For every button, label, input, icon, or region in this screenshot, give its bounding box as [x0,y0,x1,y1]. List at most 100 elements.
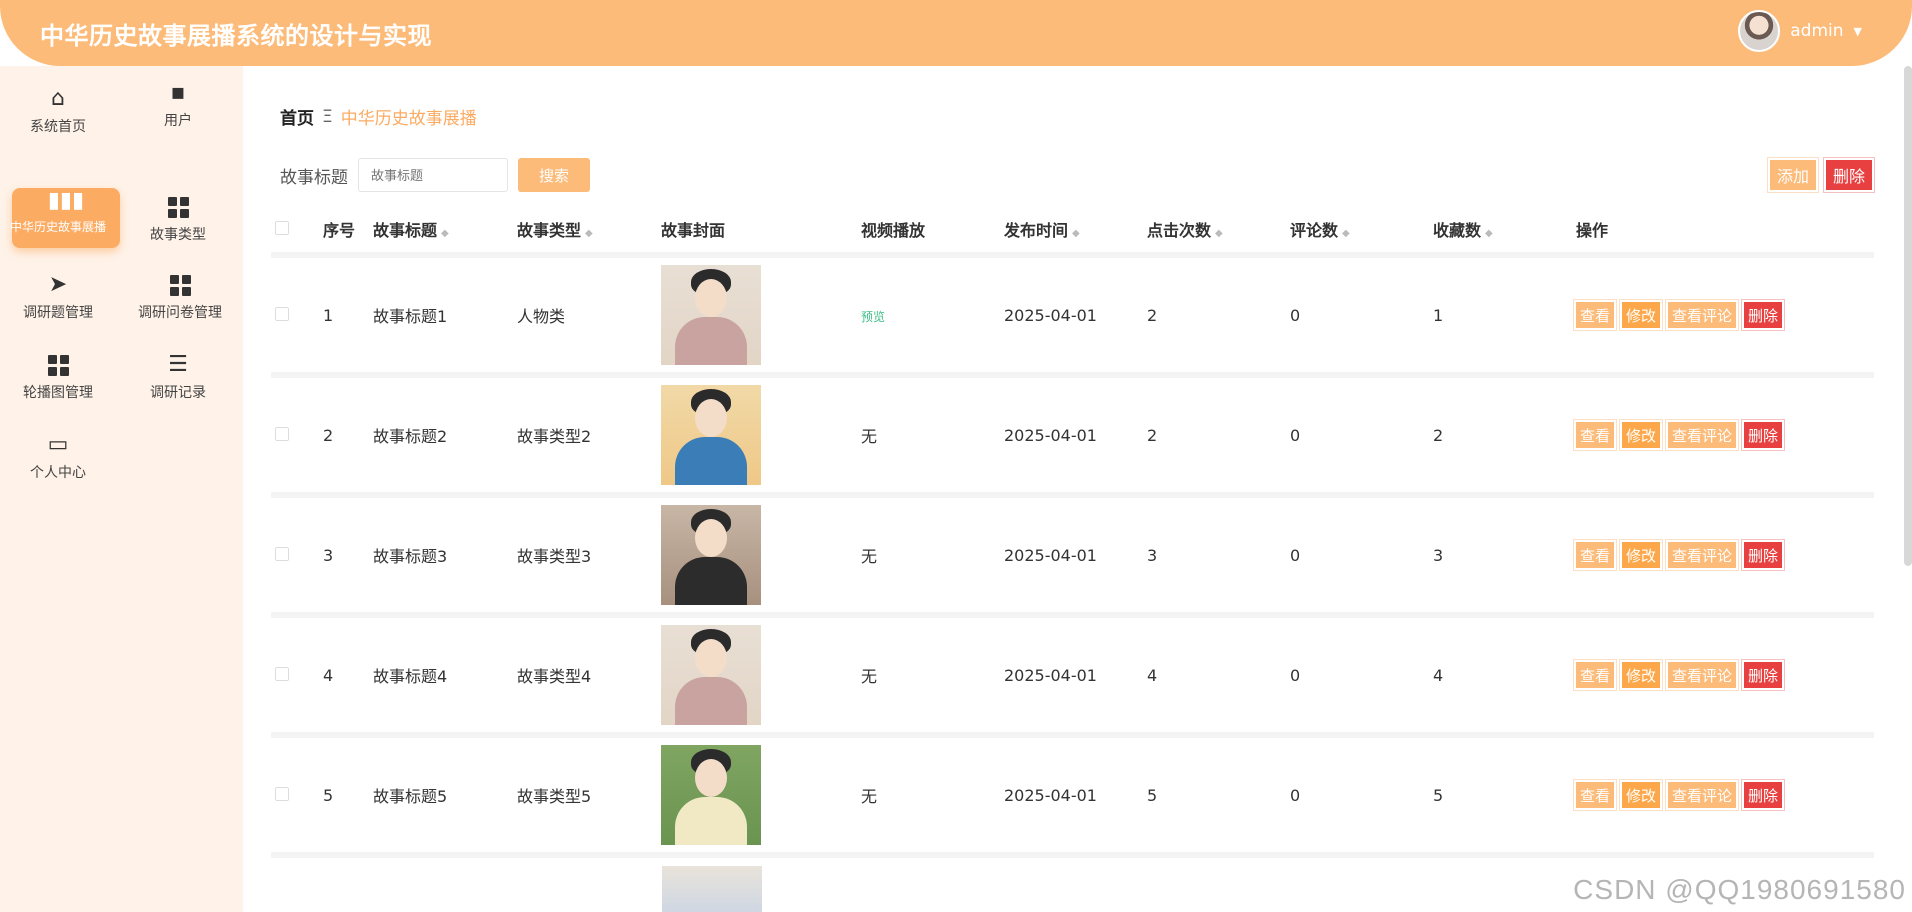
toolbar: 添加 删除 [1769,160,1872,190]
sort-icon[interactable]: ◆ [1072,228,1080,239]
breadcrumb-separator-icon: Ξ [322,106,333,127]
caret-down-icon[interactable]: ▼ [1854,25,1862,38]
sidebar-item-story-type[interactable]: 故事类型 [124,194,232,254]
sidebar-item-profile[interactable]: ▭ 个人中心 [4,432,112,492]
grid-icon [124,194,232,220]
row-type: 人物类 [517,307,566,326]
delete-button[interactable]: 删除 [1744,422,1783,448]
row-checkbox[interactable] [275,546,289,561]
view-button[interactable]: 查看 [1576,542,1615,568]
row-comments: 0 [1290,425,1301,445]
row-favorites: 3 [1433,545,1444,565]
grid-icon [124,272,236,298]
row-title: 故事标题4 [373,667,448,686]
view-button[interactable]: 查看 [1576,662,1615,688]
delete-button[interactable]: 删除 [1744,302,1783,328]
search-button[interactable]: 搜索 [518,158,590,192]
col-hits[interactable]: 点击次数 ◆ [1147,217,1290,241]
delete-button[interactable]: 删除 [1744,782,1783,808]
row-checkbox[interactable] [275,666,289,681]
row-no: 5 [323,785,334,805]
col-comments[interactable]: 评论数 ◆ [1290,217,1433,241]
story-cover-image[interactable] [661,745,761,845]
sidebar-item-survey-questions[interactable]: ➤ 调研题管理 [4,272,112,332]
edit-button[interactable]: 修改 [1622,302,1661,328]
row-favorites: 1 [1433,305,1444,325]
table-row: 2 故事标题2 故事类型2 无 2025-04-01 2 0 2 查看 修改 查… [271,378,1874,498]
view-comments-button[interactable]: 查看评论 [1668,302,1737,328]
chat-icon: ▪ [170,80,186,105]
col-type[interactable]: 故事类型 ◆ [517,217,661,241]
sidebar-item-users[interactable]: ▪ 用户 [124,80,232,140]
sort-icon[interactable]: ◆ [1485,228,1493,239]
row-no: 4 [323,665,334,685]
story-cover-image[interactable] [662,866,762,912]
breadcrumb-home[interactable]: 首页 [280,104,314,129]
story-cover-image[interactable] [661,265,761,365]
story-cover-image[interactable] [661,625,761,725]
user-menu[interactable]: admin ▼ [1738,10,1862,52]
row-favorites: 2 [1433,425,1444,445]
edit-button[interactable]: 修改 [1622,422,1661,448]
row-type: 故事类型3 [517,547,592,566]
view-button[interactable]: 查看 [1576,782,1615,808]
view-comments-button[interactable]: 查看评论 [1668,542,1737,568]
sidebar-item-home[interactable]: ⌂ 系统首页 [4,86,112,146]
view-comments-button[interactable]: 查看评论 [1668,662,1737,688]
view-button[interactable]: 查看 [1576,422,1615,448]
story-cover-image[interactable] [661,385,761,485]
paper-plane-icon: ➤ [48,272,68,297]
story-cover-image[interactable] [661,505,761,605]
row-type: 故事类型5 [517,787,592,806]
search-input[interactable] [358,158,508,192]
row-comments: 0 [1290,665,1301,685]
sidebar-item-survey-records[interactable]: ☰ 调研记录 [124,352,232,412]
row-checkbox[interactable] [275,426,289,441]
bulk-delete-button[interactable]: 删除 [1825,160,1872,190]
breadcrumb-current: 中华历史故事展播 [340,109,477,129]
table-row-partial [28,866,1631,912]
bar-chart-icon: ▮▮▮ [47,188,85,213]
col-title[interactable]: 故事标题 ◆ [373,217,517,241]
username[interactable]: admin [1790,21,1843,41]
col-favorites[interactable]: 收藏数 ◆ [1433,217,1576,241]
edit-button[interactable]: 修改 [1622,662,1661,688]
row-date: 2025-04-01 [1004,425,1097,445]
col-video: 视频播放 [861,221,926,240]
add-button[interactable]: 添加 [1769,160,1816,190]
row-video: 无 [861,547,878,566]
list-icon: ☰ [168,352,188,377]
main-content: 首页 Ξ 中华历史故事展播 故事标题 搜索 添加 删除 序号 故事标题◆ 故事类… [243,66,1912,912]
sidebar-item-survey-forms[interactable]: 调研问卷管理 [124,272,236,332]
row-checkbox[interactable] [275,786,289,801]
row-hits: 2 [1147,425,1158,445]
edit-button[interactable]: 修改 [1622,782,1661,808]
delete-button[interactable]: 删除 [1744,662,1783,688]
view-comments-button[interactable]: 查看评论 [1668,422,1737,448]
sidebar: ⌂ 系统首页 ▪ 用户 ▮▮▮ 中华历史故事展播 故事类型 ➤ 调研题管理 调研… [0,66,243,912]
page-scrollbar[interactable] [1904,66,1912,566]
view-comments-button[interactable]: 查看评论 [1668,782,1737,808]
sidebar-item-carousel[interactable]: 轮播图管理 [4,352,112,412]
watermark: CSDN @QQ1980691580 [1573,874,1906,905]
view-button[interactable]: 查看 [1576,302,1615,328]
col-date[interactable]: 发布时间 ◆ [1004,217,1147,241]
select-all-checkbox[interactable] [275,220,289,235]
edit-button[interactable]: 修改 [1622,542,1661,568]
col-ops: 操作 [1576,221,1609,240]
sort-icon[interactable]: ◆ [585,228,593,239]
row-comments: 0 [1290,545,1301,565]
video-preview-link[interactable]: 预览 [861,310,885,324]
col-cover: 故事封面 [661,221,726,240]
avatar[interactable] [1738,10,1781,52]
row-checkbox[interactable] [275,306,289,321]
search-label: 故事标题 [280,167,348,188]
sort-icon[interactable]: ◆ [441,228,449,239]
delete-button[interactable]: 删除 [1744,542,1783,568]
sidebar-item-story-broadcast[interactable]: ▮▮▮ 中华历史故事展播 [10,188,120,248]
app-title: 中华历史故事展播系统的设计与实现 [40,22,432,50]
sort-icon[interactable]: ◆ [1342,228,1350,239]
row-no: 3 [323,545,334,565]
table-row: 5 故事标题5 故事类型5 无 2025-04-01 5 0 5 查看 修改 查… [271,738,1874,858]
sort-icon[interactable]: ◆ [1215,228,1223,239]
